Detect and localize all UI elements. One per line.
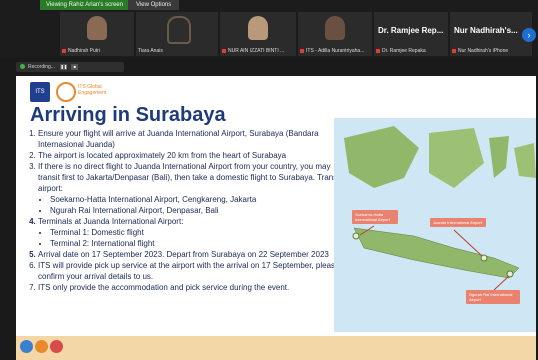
slide-footer (16, 336, 536, 360)
muted-mic-icon (300, 48, 304, 53)
list-item: Arrival date on 17 September 2023. Depar… (38, 249, 343, 260)
ring-icon (35, 340, 48, 353)
list-item: The airport is located approximately 20 … (38, 150, 343, 161)
muted-mic-icon (62, 48, 66, 53)
global-engagement-logo (56, 82, 76, 102)
participant-tile[interactable]: Tiara Anais (136, 12, 218, 56)
participant-name: Nadhirah Putri (68, 48, 100, 54)
participant-tile[interactable]: NUR AIN IZZATI BINTI ... (220, 12, 296, 56)
participant-tile[interactable]: ITS - Adilla Nurantriyaha... (298, 12, 372, 56)
bullet-item: Terminal 2: International flight (50, 238, 343, 249)
bullet-item: Terminal 1: Domestic flight (50, 227, 343, 238)
list-item: If there is no direct flight to Juanda I… (38, 161, 343, 216)
bullet-item: Soekarno-Hatta International Airport, Ce… (50, 194, 343, 205)
participant-video (325, 16, 345, 40)
recording-indicator: Recording... ❚❚ ■ (16, 62, 124, 72)
bullet-item: Ngurah Rai International Airport, Denpas… (50, 205, 343, 216)
participant-name: ITS - Adilla Nurantriyaha... (306, 48, 365, 54)
participant-video (87, 16, 107, 40)
recording-label: Recording... (28, 64, 55, 70)
muted-mic-icon (452, 48, 456, 53)
arrival-list: Ensure your flight will arrive at Juanda… (24, 128, 343, 293)
list-item: Ensure your flight will arrive at Juanda… (38, 128, 343, 150)
record-dot-icon (20, 64, 25, 70)
list-item: Terminals at Juanda International Airpor… (38, 216, 343, 249)
shared-slide: ITS ITS Global Engagement Arriving in Su… (16, 76, 536, 360)
screen-share-banner: Viewing Rahiz Arlan's screen (40, 0, 130, 10)
callout-ngurah: Ngurah Rai International Airport (466, 290, 520, 304)
pause-icon[interactable]: ❚❚ (60, 63, 68, 70)
stop-icon[interactable]: ■ (71, 63, 79, 70)
indonesia-map: Soekarno-Hatta International Airport Jua… (334, 118, 536, 332)
view-options-button[interactable]: View Options (128, 0, 180, 10)
list-item-text: Arrival date on 17 September 2023. Depar… (38, 250, 329, 259)
footer-rings (20, 340, 76, 360)
slide-title: Arriving in Surabaya (30, 104, 226, 126)
participant-name: Dr. Ramjee Rep... (378, 26, 444, 35)
chevron-right-icon[interactable]: › (522, 28, 536, 42)
its-logo: ITS (30, 82, 50, 102)
ring-icon (50, 340, 63, 353)
participant-video (248, 16, 268, 40)
terminal-list: Terminal 1: Domestic flight Terminal 2: … (38, 227, 343, 249)
transit-airport-list: Soekarno-Hatta International Airport, Ce… (38, 194, 343, 216)
participant-name: Tiara Anais (138, 48, 163, 54)
participant-device: Nur Nadhirah's iPhone (458, 48, 509, 54)
participant-tile[interactable]: Nur Nadhirah's... Nur Nadhirah's iPhone (450, 12, 532, 56)
participant-device: Dr. Ramjee Repaka (382, 48, 426, 54)
participant-video (167, 16, 191, 44)
muted-mic-icon (222, 48, 226, 53)
participant-name: Nur Nadhirah's... (454, 26, 518, 35)
global-engagement-label: ITS Global Engagement (78, 84, 107, 96)
list-item-text: ITS only provide the accommodation and p… (38, 283, 290, 292)
callout-soekarno: Soekarno-Hatta International Airport (352, 210, 398, 224)
callout-juanda: Juanda International Airport (430, 218, 486, 227)
participant-tile[interactable]: Nadhirah Putri (60, 12, 134, 56)
list-item-text: Ensure your flight will arrive at Juanda… (38, 129, 319, 149)
meeting-topbar: Viewing Rahiz Arlan's screen View Option… (0, 0, 538, 57)
list-item-text: ITS will provide pick up service at the … (38, 261, 340, 281)
list-item: ITS only provide the accommodation and p… (38, 282, 343, 293)
ring-icon (20, 340, 33, 353)
participant-name: NUR AIN IZZATI BINTI ... (228, 48, 285, 54)
list-item: ITS will provide pick up service at the … (38, 260, 343, 282)
list-item-text: If there is no direct flight to Juanda I… (38, 162, 342, 193)
muted-mic-icon (376, 48, 380, 53)
list-item-text: Terminals at Juanda International Airpor… (38, 217, 184, 226)
participant-tile[interactable]: Dr. Ramjee Rep... Dr. Ramjee Repaka (374, 12, 448, 56)
list-item-text: The airport is located approximately 20 … (38, 151, 287, 160)
